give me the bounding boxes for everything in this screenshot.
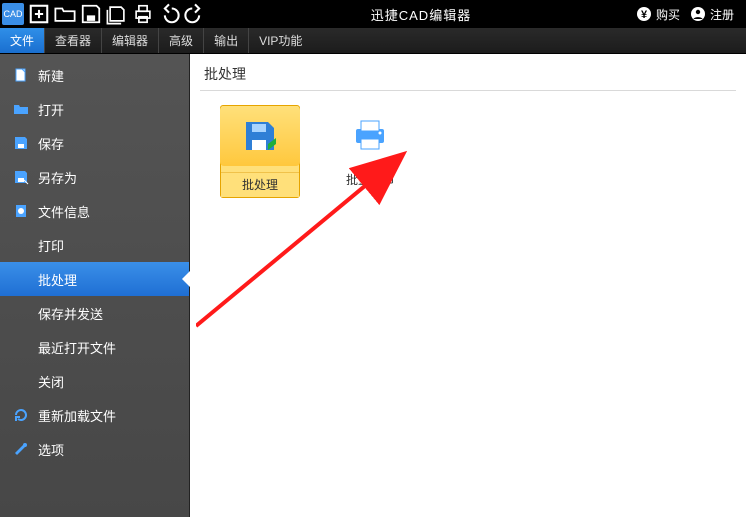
menu-item-label: 重新加载文件	[38, 406, 116, 425]
app-logo: CAD	[2, 3, 24, 25]
titlebar-right: ¥ 购买 注册	[636, 6, 746, 23]
menu-item-保存[interactable]: 保存	[0, 126, 189, 160]
tab-VIP功能[interactable]: VIP功能	[249, 28, 312, 53]
menu-item-打印[interactable]: 打印	[0, 228, 189, 262]
titlebar-left: CAD	[0, 3, 206, 25]
print-icon[interactable]	[132, 3, 154, 25]
menu-item-label: 新建	[38, 66, 64, 85]
menu-item-批处理[interactable]: 批处理	[0, 262, 189, 296]
menu-item-label: 批处理	[38, 270, 77, 289]
buy-label: 购买	[656, 6, 680, 23]
batchprint-tile-icon	[330, 105, 410, 165]
menu-item-label: 另存为	[38, 168, 77, 187]
menu-item-label: 选项	[38, 440, 64, 459]
new-icon	[12, 66, 30, 84]
titlebar: CAD 迅捷CAD编辑器 ¥ 购买 注册	[0, 0, 746, 28]
none-icon	[12, 270, 30, 288]
panel-divider	[200, 90, 736, 91]
content-panel: 批处理 批处理批量打印	[190, 54, 746, 517]
menu-item-重新加载文件[interactable]: 重新加载文件	[0, 398, 189, 432]
menu-item-label: 保存	[38, 134, 64, 153]
tab-文件[interactable]: 文件	[0, 28, 44, 53]
none-icon	[12, 304, 30, 322]
svg-text:¥: ¥	[641, 9, 648, 21]
tile-label: 批处理	[242, 178, 278, 192]
undo-icon[interactable]	[158, 3, 180, 25]
none-icon	[12, 338, 30, 356]
menu-item-label: 关闭	[38, 372, 64, 391]
new-file-icon[interactable]	[28, 3, 50, 25]
menu-item-最近打开文件[interactable]: 最近打开文件	[0, 330, 189, 364]
saveall-icon[interactable]	[106, 3, 128, 25]
tile-label: 批量打印	[346, 171, 394, 188]
menu-item-另存为[interactable]: 另存为	[0, 160, 189, 194]
menu-item-label: 打开	[38, 100, 64, 119]
redo-icon[interactable]	[184, 3, 206, 25]
menu-item-打开[interactable]: 打开	[0, 92, 189, 126]
save-icon	[12, 134, 30, 152]
open-folder-icon[interactable]	[54, 3, 76, 25]
tile-batchprint[interactable]: 批量打印	[330, 105, 410, 198]
batch-tile-icon	[220, 106, 300, 166]
ribbon-tabs: 文件查看器编辑器高级输出VIP功能	[0, 28, 746, 54]
save-icon[interactable]	[80, 3, 102, 25]
info-icon	[12, 202, 30, 220]
tab-高级[interactable]: 高级	[159, 28, 203, 53]
app-title: 迅捷CAD编辑器	[206, 5, 636, 24]
tile-label-wrap: 批处理	[221, 172, 299, 197]
register-button[interactable]: 注册	[690, 6, 734, 23]
tile-row: 批处理 批量打印	[190, 105, 746, 198]
options-icon	[12, 440, 30, 458]
register-label: 注册	[710, 6, 734, 23]
none-icon	[12, 372, 30, 390]
none-icon	[12, 236, 30, 254]
tab-编辑器[interactable]: 编辑器	[102, 28, 158, 53]
menu-item-label: 打印	[38, 236, 64, 255]
main-area: 新建打开保存另存为文件信息打印批处理保存并发送最近打开文件关闭重新加载文件选项 …	[0, 54, 746, 517]
menu-item-保存并发送[interactable]: 保存并发送	[0, 296, 189, 330]
buy-button[interactable]: ¥ 购买	[636, 6, 680, 23]
menu-item-label: 保存并发送	[38, 304, 103, 323]
saveas-icon	[12, 168, 30, 186]
tab-输出[interactable]: 输出	[204, 28, 248, 53]
yen-circle-icon: ¥	[636, 6, 652, 22]
open-icon	[12, 100, 30, 118]
menu-item-选项[interactable]: 选项	[0, 432, 189, 466]
tab-查看器[interactable]: 查看器	[45, 28, 101, 53]
user-circle-icon	[690, 6, 706, 22]
file-menu-panel: 新建打开保存另存为文件信息打印批处理保存并发送最近打开文件关闭重新加载文件选项	[0, 54, 190, 517]
reload-icon	[12, 406, 30, 424]
menu-item-label: 最近打开文件	[38, 338, 116, 357]
menu-item-关闭[interactable]: 关闭	[0, 364, 189, 398]
menu-item-文件信息[interactable]: 文件信息	[0, 194, 189, 228]
tile-batch[interactable]: 批处理	[220, 105, 300, 198]
menu-item-新建[interactable]: 新建	[0, 58, 189, 92]
panel-title: 批处理	[190, 54, 746, 90]
menu-item-label: 文件信息	[38, 202, 90, 221]
